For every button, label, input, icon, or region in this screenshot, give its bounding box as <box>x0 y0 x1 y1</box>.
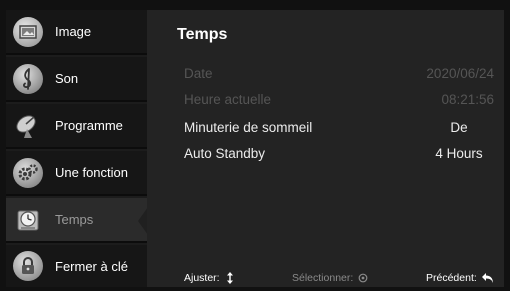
sidebar-item-label: Temps <box>55 212 94 227</box>
clock-icon <box>13 205 43 235</box>
return-arrow-icon <box>481 273 494 283</box>
padlock-icon <box>13 251 43 281</box>
setting-row-sleep-timer[interactable]: Minuterie de sommeil De <box>184 120 474 140</box>
sidebar-item-label: Programme <box>55 118 123 133</box>
hint-adjust: Ajuster: <box>184 272 235 284</box>
setting-label: Minuterie de sommeil <box>184 120 313 135</box>
sidebar: Image Son Programme Une fonction Temps F… <box>6 10 148 287</box>
setting-label: Heure actuelle <box>184 92 272 107</box>
sidebar-item-label: Son <box>55 71 79 86</box>
sidebar-item-fermer-a-cle[interactable]: Fermer à clé <box>6 245 147 287</box>
image-icon <box>13 16 43 47</box>
setting-row-date: Date 2020/06/24 <box>184 66 494 86</box>
sidebar-item-label: Une fonction <box>55 165 128 180</box>
music-note-icon <box>13 63 43 94</box>
hint-select-label: Sélectionner: <box>292 272 354 284</box>
setting-label: Date <box>184 66 213 81</box>
setting-value: 2020/06/24 <box>426 66 494 81</box>
page-title: Temps <box>177 26 228 43</box>
hint-back-label: Précédent: <box>426 272 477 284</box>
sidebar-item-son[interactable]: Son <box>6 57 147 102</box>
tv-screen: Image Son Programme Une fonction Temps F… <box>0 0 510 291</box>
sidebar-item-une-fonction[interactable]: Une fonction <box>6 151 147 196</box>
up-down-arrows-icon <box>225 272 235 284</box>
settings-window: Image Son Programme Une fonction Temps F… <box>6 10 504 287</box>
hint-back: Précédent: <box>426 272 494 284</box>
setting-row-current-time: Heure actuelle 08:21:56 <box>184 92 494 112</box>
sidebar-item-label: Fermer à clé <box>55 258 128 274</box>
satellite-dish-icon <box>13 111 43 141</box>
sidebar-item-label: Image <box>55 24 92 39</box>
sidebar-item-programme[interactable]: Programme <box>6 104 147 149</box>
setting-label: Auto Standby <box>184 146 266 161</box>
setting-value[interactable]: 4 Hours <box>419 146 499 161</box>
key-hints: Ajuster: Sélectionner: Précédent: <box>147 272 504 287</box>
ok-button-icon <box>358 273 368 283</box>
hint-adjust-label: Ajuster: <box>184 272 220 284</box>
sidebar-item-temps[interactable]: Temps <box>6 198 148 243</box>
setting-row-auto-standby[interactable]: Auto Standby 4 Hours <box>184 146 483 166</box>
main-panel: Temps Date 2020/06/24 Heure actuelle 08:… <box>147 10 504 287</box>
gears-icon <box>13 157 43 188</box>
hint-select: Sélectionner: <box>292 272 368 284</box>
sidebar-item-image[interactable]: Image <box>6 10 147 55</box>
setting-value: 08:21:56 <box>441 92 494 107</box>
setting-value[interactable]: De <box>419 120 499 135</box>
